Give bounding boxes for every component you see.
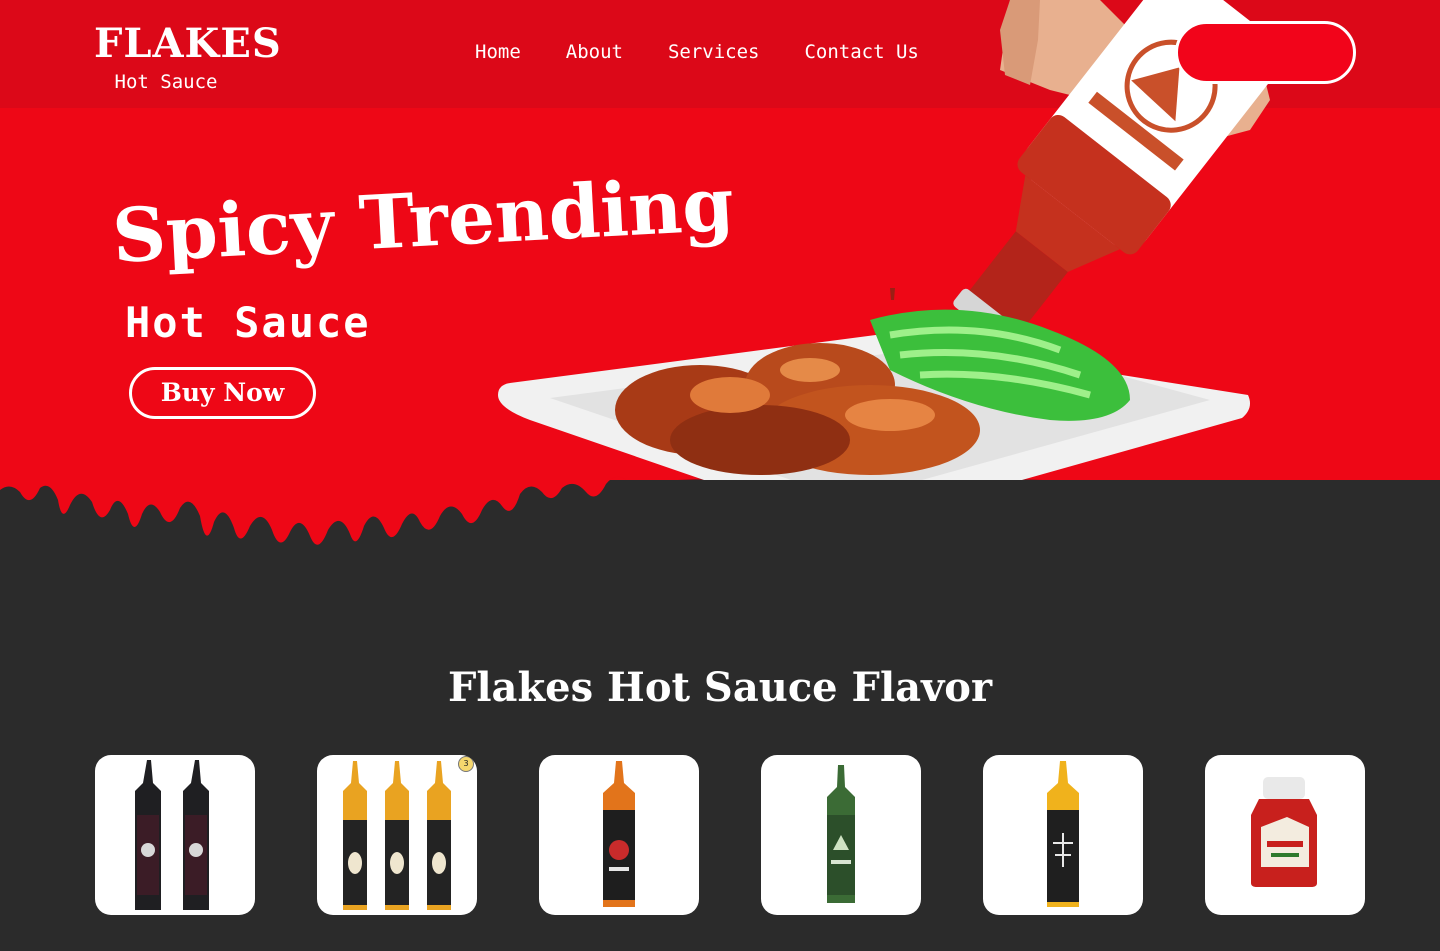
header-cta-button[interactable]: [1175, 21, 1356, 84]
orange-bottle-image: [603, 761, 635, 907]
flavor-cards-row: 3: [95, 755, 1365, 915]
buy-now-button[interactable]: Buy Now: [129, 367, 316, 419]
brand-tagline: Hot Sauce: [114, 71, 218, 93]
brand-name: FLAKES: [94, 20, 282, 67]
green-bottle-image: [827, 765, 855, 903]
flavor-card-yellow-sauce[interactable]: [983, 755, 1143, 915]
flavor-card-green-camp-sauce[interactable]: [761, 755, 921, 915]
hero-subheadline: Hot Sauce: [125, 298, 371, 347]
flavor-card-black-bottles[interactable]: [95, 755, 255, 915]
brand-logo[interactable]: FLAKES Hot Sauce: [94, 20, 282, 94]
hero-section: FLAKES Hot Sauce Home About Services Con…: [0, 0, 1440, 480]
pineapple-bottles-image: [343, 761, 451, 910]
flavor-card-pineapple-habanero[interactable]: 3: [317, 755, 477, 915]
yellow-bottle-image: [1047, 761, 1079, 907]
pack-count-badge: 3: [458, 756, 474, 772]
flavor-card-orange-sauce[interactable]: [539, 755, 699, 915]
flavor-card-heinz-ketchup[interactable]: [1205, 755, 1365, 915]
ketchup-jar-image: [1251, 777, 1317, 887]
black-bottles-image: [135, 760, 209, 910]
flavors-section-title: Flakes Hot Sauce Flavor: [447, 664, 993, 711]
sauce-drip-divider: [0, 470, 640, 545]
